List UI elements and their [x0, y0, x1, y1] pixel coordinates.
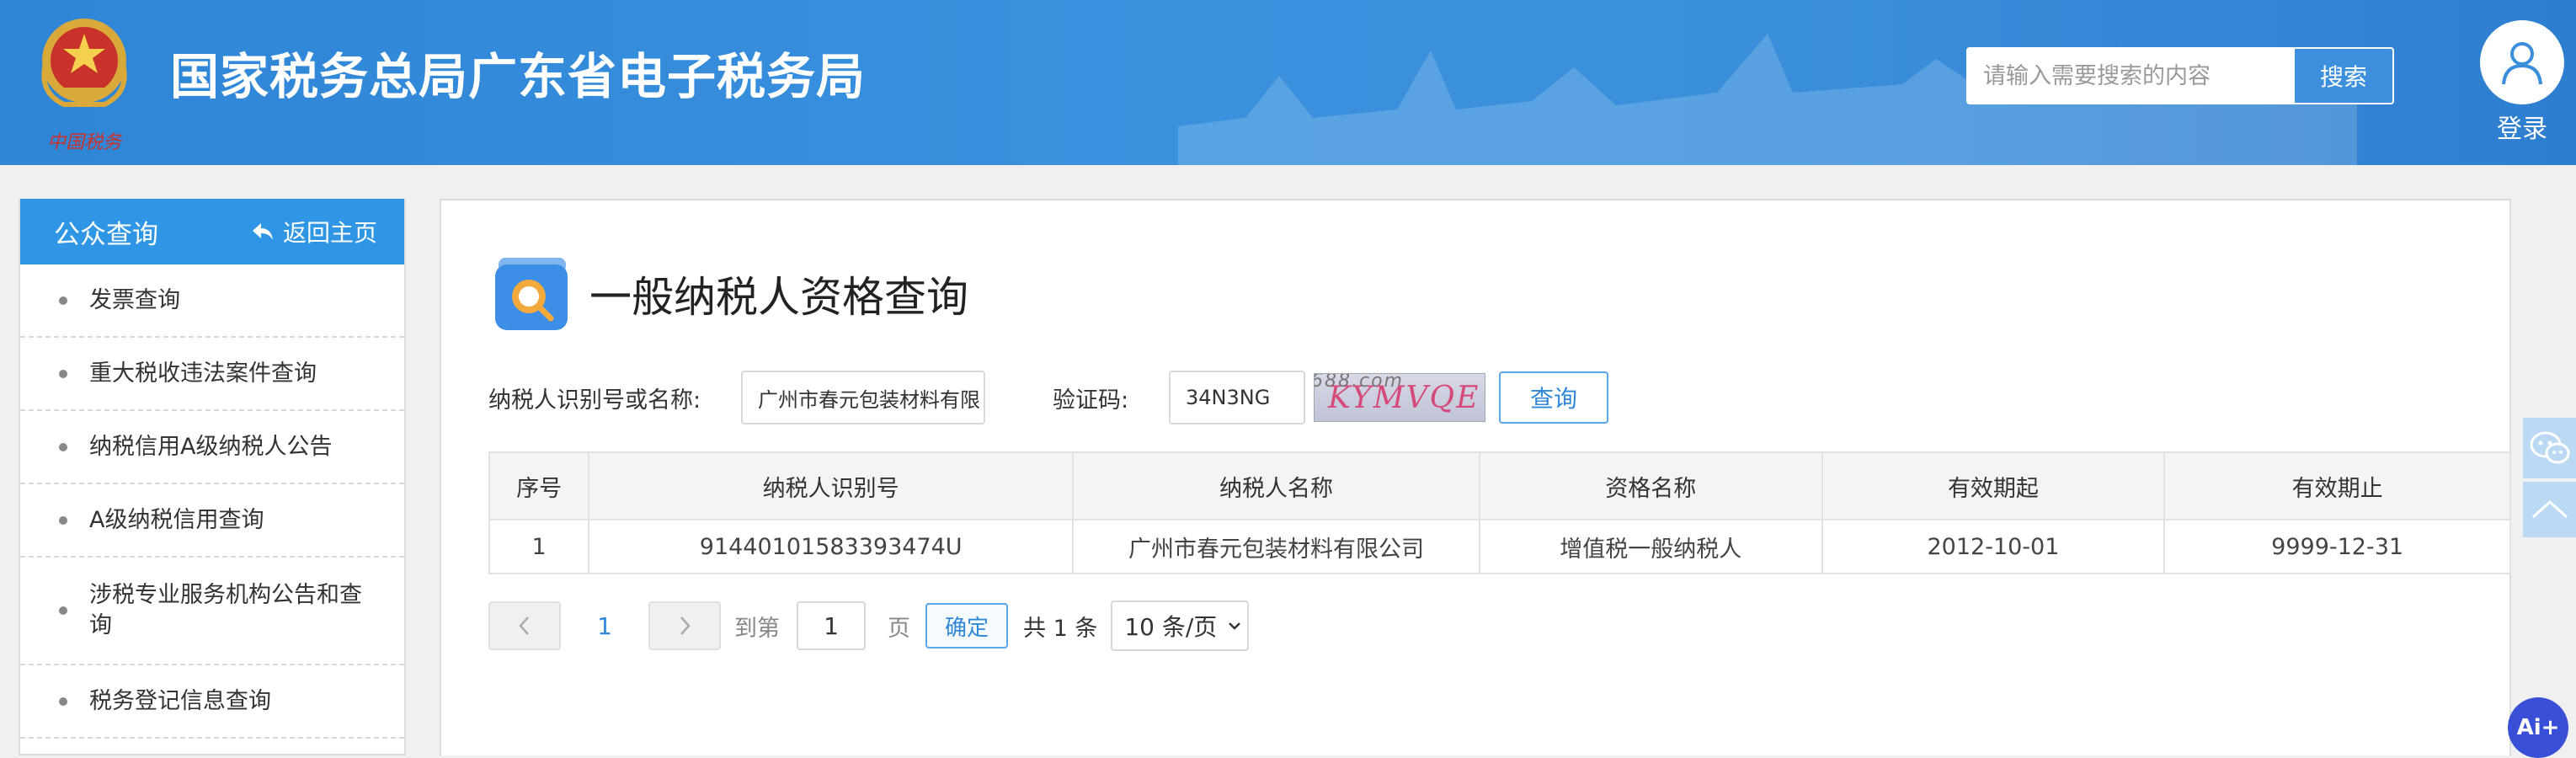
bullet-icon: [59, 697, 67, 706]
column-header: 资格名称: [1478, 451, 1823, 520]
column-header: 纳税人识别号: [588, 451, 1075, 520]
bullet-icon: [59, 369, 67, 378]
search-query-icon: [495, 258, 568, 330]
table-header-row: 序号 纳税人识别号 纳税人名称 资格名称 有效期起 有效期止: [488, 451, 2511, 520]
site-title: 国家税务总局广东省电子税务局: [170, 48, 867, 105]
wechat-icon: [2530, 431, 2569, 464]
sidebar-item-registration-info[interactable]: 税务登记信息查询: [20, 665, 404, 739]
column-header: 纳税人名称: [1072, 451, 1480, 520]
taxid-label: 纳税人识别号或名称:: [488, 387, 701, 414]
login-label[interactable]: 登录: [2476, 108, 2568, 145]
table-cell: 广州市春元包装材料有限公司: [1072, 519, 1480, 574]
sidebar-item-service-agencies[interactable]: 涉税专业服务机构公告和查询: [20, 558, 404, 665]
page-size-select[interactable]: 10 条/页: [1111, 601, 1250, 651]
chevron-down-icon: [1229, 622, 1241, 630]
total-count: 共 1 条: [1023, 615, 1098, 642]
sidebar-title: 公众查询: [54, 219, 158, 250]
tax-emblem-icon: 中国税务: [41, 19, 127, 153]
chevron-up-icon: [2531, 499, 2568, 519]
sidebar-item-label[interactable]: 纳税信用A级纳税人公告: [89, 432, 332, 462]
captcha-input[interactable]: 34N3NG: [1169, 371, 1305, 424]
user-avatar-icon[interactable]: [2480, 20, 2564, 104]
sidebar-item-label[interactable]: A级纳税信用查询: [89, 505, 264, 536]
captcha-label: 验证码:: [1053, 387, 1129, 414]
table-cell: 增值税一般纳税人: [1478, 519, 1823, 574]
sidebar: 公众查询 返回主页 发票查询 重大税收违法案件查询 纳税信用A级纳税人公告 A级…: [19, 199, 406, 755]
chevron-right-icon: [680, 617, 691, 635]
emblem-caption: 中国税务: [47, 132, 123, 153]
goto-confirm-button[interactable]: 确定: [925, 603, 1008, 649]
captcha-text: KYMVQE: [1328, 381, 1480, 415]
search-box: 搜索: [1966, 47, 2394, 104]
page-label: 页: [888, 615, 910, 642]
page-title: 一般纳税人资格查询: [589, 273, 968, 322]
goto-label: 到第: [734, 615, 780, 642]
prev-page-button[interactable]: [488, 601, 561, 650]
chevron-left-icon: [519, 617, 529, 635]
bullet-icon: [59, 515, 67, 525]
page-title-row: 一般纳税人资格查询: [492, 254, 968, 334]
sidebar-item-invoice-query[interactable]: 发票查询: [20, 264, 404, 338]
column-header: 有效期止: [2163, 451, 2511, 520]
bullet-icon: [59, 296, 67, 305]
sidebar-menu: 发票查询 重大税收违法案件查询 纳税信用A级纳税人公告 A级纳税信用查询 涉税专…: [20, 264, 404, 739]
login-button[interactable]: 登录: [2476, 20, 2568, 145]
sidebar-item-label[interactable]: 重大税收违法案件查询: [89, 359, 317, 389]
site-header: 中国税务 国家税务总局广东省电子税务局 搜索 登录: [0, 0, 2576, 165]
back-home-link[interactable]: 返回主页: [251, 215, 377, 248]
sidebar-item-violation-cases[interactable]: 重大税收违法案件查询: [20, 338, 404, 411]
sidebar-item-label[interactable]: 涉税专业服务机构公告和查询: [89, 580, 384, 641]
taxid-input[interactable]: 广州市春元包装材料有限: [741, 371, 985, 424]
table-cell: 1: [488, 519, 590, 574]
page-number[interactable]: 1: [561, 612, 648, 640]
table-cell: 9999-12-31: [2163, 519, 2511, 574]
goto-page-input[interactable]: 1: [797, 601, 866, 650]
bullet-icon: [59, 442, 67, 451]
wechat-float-button[interactable]: [2523, 418, 2576, 478]
reply-arrow-icon: [252, 223, 273, 240]
sidebar-item-label[interactable]: 发票查询: [89, 286, 180, 316]
table-cell: 91440101583393474U: [588, 519, 1075, 574]
query-button[interactable]: 查询: [1499, 371, 1608, 424]
back-home-label[interactable]: 返回主页: [283, 215, 377, 248]
search-button[interactable]: 搜索: [2293, 49, 2392, 103]
search-input[interactable]: [1968, 49, 2293, 103]
column-header: 序号: [488, 451, 590, 520]
sidebar-item-a-level-query[interactable]: A级纳税信用查询: [20, 484, 404, 558]
main-panel: 一般纳税人资格查询 纳税人识别号或名称: 广州市春元包装材料有限 验证码: 34…: [440, 199, 2511, 755]
column-header: 有效期起: [1821, 451, 2166, 520]
bullet-icon: [59, 606, 67, 615]
captcha-image[interactable]: 1688.com KYMVQE: [1314, 373, 1485, 422]
page-size-value[interactable]: 10 条/页: [1124, 609, 1217, 643]
next-page-button[interactable]: [648, 601, 721, 650]
ai-assistant-button[interactable]: Ai+: [2508, 697, 2568, 758]
back-to-top-button[interactable]: [2523, 482, 2576, 537]
pagination: 1 到第 1 页 确定 共 1 条 10 条/页: [488, 600, 1250, 652]
table-cell: 2012-10-01: [1821, 519, 2166, 574]
sidebar-header: 公众查询 返回主页: [20, 199, 404, 264]
result-table: 序号 纳税人识别号 纳税人名称 资格名称 有效期起 有效期止 1 9144010…: [488, 451, 2511, 574]
query-form: 纳税人识别号或名称: 广州市春元包装材料有限 验证码: 34N3NG 1688.…: [488, 371, 1608, 424]
sidebar-item-a-level-notice[interactable]: 纳税信用A级纳税人公告: [20, 411, 404, 484]
sidebar-item-label[interactable]: 税务登记信息查询: [89, 686, 271, 717]
table-row: 1 91440101583393474U 广州市春元包装材料有限公司 增值税一般…: [488, 519, 2511, 574]
